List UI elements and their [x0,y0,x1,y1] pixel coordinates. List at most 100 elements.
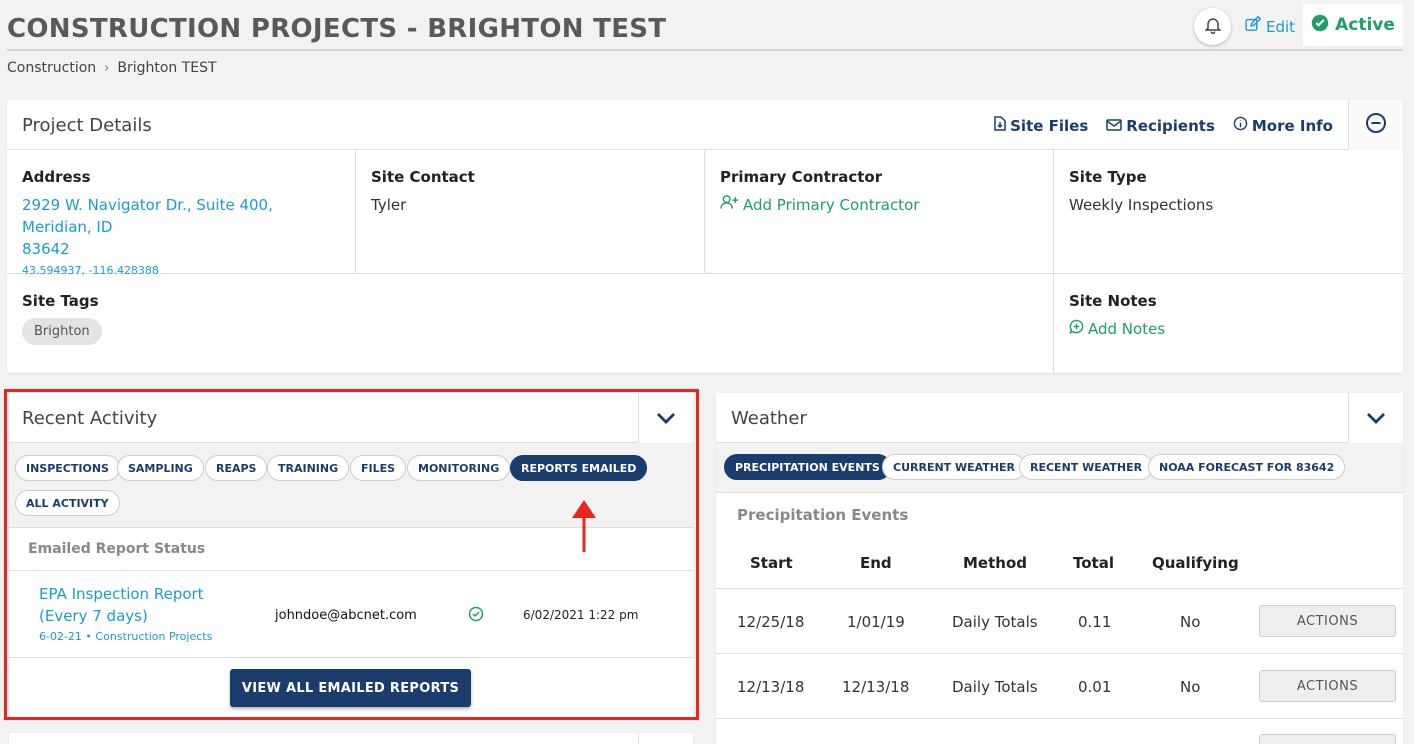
tab-noaa-forecast[interactable]: NOAA FORECAST FOR 83642 [1148,454,1346,480]
add-primary-contractor-label: Add Primary Contractor [743,196,920,214]
delivered-check-icon [468,606,484,626]
project-header-links: Site Files Recipients More Info [994,116,1333,135]
filter-reports-emailed[interactable]: REPORTS EMAILED [510,455,648,481]
column-end: End [860,554,892,572]
actions-button-partial[interactable] [1259,734,1396,744]
check-circle-icon [1311,14,1329,37]
address-link[interactable]: 2929 W. Navigator Dr., Suite 400, Meridi… [22,194,340,260]
add-user-icon [720,194,739,216]
recipients-link[interactable]: Recipients [1106,116,1215,135]
site-files-link[interactable]: Site Files [994,116,1088,135]
tab-current-weather[interactable]: CURRENT WEATHER [882,454,1026,480]
site-type-cell: Site Type Weekly Inspections [1054,150,1403,216]
filter-training[interactable]: TRAINING [267,455,350,481]
site-tag-chip[interactable]: Brighton [22,318,102,345]
add-primary-contractor-link[interactable]: Add Primary Contractor [720,194,1038,216]
project-details-header: Project Details Site Files Recipients Mo… [7,100,1403,150]
cell-total: 0.01 [1078,678,1112,696]
add-notes-label: Add Notes [1088,320,1166,338]
cell-end: 12/13/18 [842,678,910,696]
filter-all-activity[interactable]: ALL ACTIVITY [15,490,120,516]
site-files-label: Site Files [1010,116,1089,135]
actions-button[interactable]: ACTIONS [1259,670,1396,702]
site-tags-label: Site Tags [22,292,99,310]
report-date: 6/02/2021 1:22 pm [523,608,639,622]
project-details-card: Project Details Site Files Recipients Mo… [7,100,1403,373]
expand-activity-button[interactable] [638,393,693,443]
precipitation-table-header: Start End Method Total Qualifying [716,537,1403,589]
red-arrow-annotation [572,500,596,556]
site-type-value: Weekly Inspections [1069,196,1214,214]
table-row: 12/13/18 12/13/18 Daily Totals 0.01 No A… [716,654,1403,719]
report-title-link[interactable]: EPA Inspection Report (Every 7 days) [39,583,219,627]
file-icon [994,116,1006,135]
site-tags-cell: Site Tags Brighton [7,274,1053,345]
status-badge[interactable]: Active [1303,4,1403,46]
table-row: 12/25/18 1/01/19 Daily Totals 0.11 No AC… [716,589,1403,654]
breadcrumb: Construction › Brighton TEST [7,60,217,76]
report-title-line2: (Every 7 days) [39,607,148,625]
cell-qualifying: No [1180,678,1201,696]
view-all-emailed-reports-button[interactable]: VIEW ALL EMAILED REPORTS [230,669,471,707]
breadcrumb-item-current: Brighton TEST [117,60,217,76]
cell-method: Daily Totals [952,613,1038,631]
add-notes-link[interactable]: Add Notes [1069,318,1388,340]
weather-header: Weather [716,393,1403,443]
site-notes-cell: Site Notes Add Notes [1054,274,1403,340]
cell-start: 12/13/18 [737,678,805,696]
weather-tab-bar: PRECIPITATION EVENTS CURRENT WEATHER REC… [716,443,1403,493]
comment-plus-icon [1069,318,1084,340]
filter-monitoring[interactable]: MONITORING [407,455,511,481]
tab-recent-weather[interactable]: RECENT WEATHER [1019,454,1154,480]
minus-circle-icon [1365,112,1387,138]
envelope-icon [1106,117,1123,135]
chevron-down-icon [656,409,676,428]
column-qualifying: Qualifying [1152,554,1239,572]
cell-total: 0.11 [1078,613,1112,631]
actions-button[interactable]: ACTIONS [1259,605,1396,637]
cell-method: Daily Totals [952,678,1038,696]
address-line1: 2929 W. Navigator Dr., Suite 400, Meridi… [22,196,273,236]
tab-precipitation-events[interactable]: PRECIPITATION EVENTS [724,454,891,480]
emailed-report-status-label: Emailed Report Status [28,541,206,557]
site-type-label: Site Type [1069,168,1147,186]
precipitation-events-label: Precipitation Events [737,506,909,524]
report-title-line1: EPA Inspection Report [39,585,204,603]
title-divider [7,49,1403,51]
cell-start: 12/25/18 [737,613,805,631]
breadcrumb-separator: › [104,60,110,76]
weather-title: Weather [731,408,807,429]
info-icon [1233,116,1248,135]
edit-button[interactable]: Edit [1244,15,1295,37]
address-label: Address [22,168,91,186]
bell-icon [1203,15,1223,39]
page-title: CONSTRUCTION PROJECTS - BRIGHTON TEST [7,14,667,44]
address-cell: Address 2929 W. Navigator Dr., Suite 400… [7,150,355,277]
more-info-link[interactable]: More Info [1233,116,1333,135]
site-contact-value: Tyler [371,196,407,214]
notifications-button[interactable] [1194,8,1231,45]
column-total: Total [1073,554,1114,572]
filter-inspections[interactable]: INSPECTIONS [15,455,120,481]
primary-contractor-label: Primary Contractor [720,168,883,186]
expand-weather-button[interactable] [1348,393,1403,443]
address-line2: 83642 [22,240,70,258]
next-card-peek [9,733,693,744]
recipients-label: Recipients [1126,116,1215,135]
breadcrumb-item-construction[interactable]: Construction [7,60,96,76]
collapse-project-button[interactable] [1348,100,1403,150]
site-contact-label: Site Contact [371,168,475,186]
report-recipient-email: johndoe@abcnet.com [275,608,417,623]
filter-sampling[interactable]: SAMPLING [117,455,204,481]
recent-activity-header: Recent Activity [9,393,693,443]
recent-activity-title: Recent Activity [22,408,158,429]
edit-icon [1244,15,1262,37]
filter-files[interactable]: FILES [350,455,407,481]
chevron-down-icon [1366,409,1386,428]
cell-end: 1/01/19 [847,613,905,631]
project-details-title: Project Details [22,115,152,136]
filter-reaps[interactable]: REAPS [205,455,268,481]
more-info-label: More Info [1251,116,1333,135]
site-contact-cell: Site Contact Tyler [356,150,704,216]
site-notes-label: Site Notes [1069,292,1157,310]
